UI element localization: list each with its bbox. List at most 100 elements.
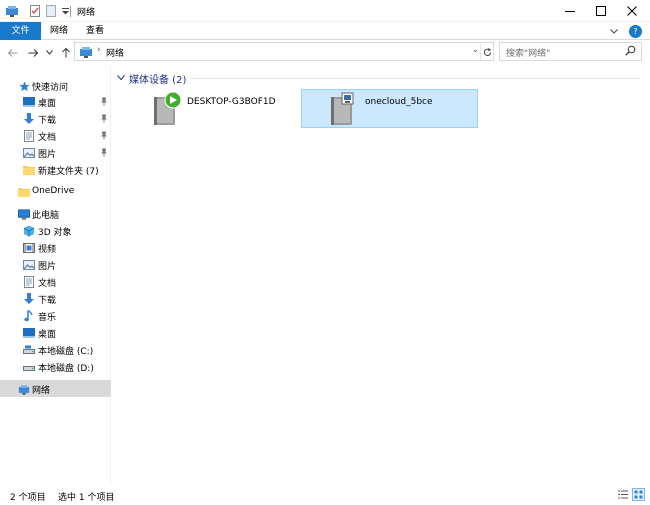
navigation-pane: 快速访问 桌面 下载 文档 图片 新建文件夹 (7) OneDrive 此电脑 … bbox=[0, 66, 111, 484]
device-onecloud-5bce[interactable]: onecloud_5bce bbox=[301, 89, 478, 128]
large-icons-view-icon bbox=[634, 490, 643, 499]
sidebar-item-network[interactable]: 网络 bbox=[0, 380, 111, 397]
window-title: 网络 bbox=[77, 8, 96, 18]
up-button[interactable] bbox=[59, 44, 72, 61]
address-dropdown-icon[interactable]: ⌄ bbox=[472, 45, 479, 54]
sidebar-item-documents[interactable]: 文档 bbox=[0, 128, 111, 144]
pin-icon[interactable] bbox=[100, 114, 108, 126]
sidebar-item-label: 音乐 bbox=[38, 313, 57, 323]
sidebar-item-downloads-pc[interactable]: 下载 bbox=[0, 291, 111, 307]
minimize-button[interactable] bbox=[555, 0, 585, 22]
sidebar-item-desktop-pc[interactable]: 桌面 bbox=[0, 325, 111, 341]
desktop-icon bbox=[23, 96, 35, 108]
refresh-icon bbox=[483, 47, 492, 56]
back-button[interactable] bbox=[6, 44, 20, 61]
sidebar-item-music[interactable]: 音乐 bbox=[0, 308, 111, 324]
sidebar-item-videos[interactable]: 视频 bbox=[0, 240, 111, 256]
music-note-icon bbox=[23, 310, 35, 322]
sidebar-item-desktop[interactable]: 桌面 bbox=[0, 94, 111, 110]
cube-icon bbox=[23, 225, 35, 237]
sidebar-item-label: 文档 bbox=[38, 133, 57, 143]
sidebar-quick-access[interactable]: 快速访问 bbox=[0, 78, 111, 94]
media-device-icon bbox=[329, 91, 361, 127]
sidebar-item-drive-d[interactable]: 本地磁盘 (D:) bbox=[0, 359, 111, 375]
device-desktop-g3bof1d[interactable]: DESKTOP-G3BOF1D bbox=[142, 90, 302, 129]
sidebar-item-pictures[interactable]: 图片 bbox=[0, 145, 111, 161]
search-placeholder: 搜索"网络" bbox=[506, 49, 551, 59]
sidebar-item-label: 文档 bbox=[38, 279, 57, 289]
sidebar-item-onedrive[interactable]: OneDrive bbox=[0, 184, 111, 200]
help-icon[interactable]: ? bbox=[629, 24, 642, 38]
sidebar-item-label: 桌面 bbox=[38, 330, 57, 340]
search-box[interactable]: 搜索"网络" bbox=[499, 42, 642, 61]
minimize-icon bbox=[565, 11, 575, 12]
download-arrow-icon bbox=[23, 113, 35, 125]
drive-icon bbox=[23, 344, 35, 356]
selected-count: 选中 1 个项目 bbox=[58, 493, 115, 503]
properties-icon[interactable] bbox=[28, 3, 42, 19]
network-location-icon bbox=[79, 45, 93, 58]
star-icon bbox=[18, 80, 30, 92]
tab-network[interactable]: 网络 bbox=[41, 22, 77, 40]
sidebar-item-label: 桌面 bbox=[38, 99, 57, 109]
maximize-icon bbox=[596, 6, 606, 16]
document-icon bbox=[23, 130, 35, 142]
ribbon: 文件 网络 查看 ? bbox=[0, 22, 650, 40]
sidebar-item-new-folder-7[interactable]: 新建文件夹 (7) bbox=[0, 162, 111, 178]
arrow-up-icon bbox=[61, 47, 70, 57]
title-bar: 网络 bbox=[0, 0, 650, 22]
sidebar-item-label: 3D 对象 bbox=[38, 228, 72, 238]
folder-icon bbox=[23, 164, 35, 176]
tab-view[interactable]: 查看 bbox=[77, 22, 113, 40]
sidebar-item-this-pc[interactable]: 此电脑 bbox=[0, 206, 111, 222]
sidebar-item-3d-objects[interactable]: 3D 对象 bbox=[0, 223, 111, 239]
sidebar-item-drive-c[interactable]: 本地磁盘 (C:) bbox=[0, 342, 111, 358]
network-app-icon bbox=[4, 3, 20, 19]
device-name: onecloud_5bce bbox=[365, 97, 433, 107]
sidebar-item-label: 新建文件夹 (7) bbox=[38, 167, 99, 177]
folder-icon bbox=[18, 186, 30, 198]
media-device-play-icon bbox=[152, 91, 184, 127]
sidebar-item-label: 此电脑 bbox=[32, 211, 60, 221]
tab-file[interactable]: 文件 bbox=[0, 22, 41, 40]
sidebar-item-pictures-pc[interactable]: 图片 bbox=[0, 257, 111, 273]
breadcrumb-network[interactable]: 网络 bbox=[106, 46, 124, 59]
device-name: DESKTOP-G3BOF1D bbox=[187, 97, 276, 107]
customize-toolbar-icon[interactable] bbox=[60, 3, 70, 19]
refresh-button[interactable] bbox=[480, 44, 494, 60]
sidebar-item-label: 本地磁盘 (C:) bbox=[38, 347, 94, 357]
forward-button[interactable] bbox=[26, 44, 40, 61]
sidebar-item-label: 图片 bbox=[38, 262, 57, 272]
breadcrumb-chevron[interactable]: › bbox=[97, 45, 101, 55]
drive-icon bbox=[23, 361, 35, 373]
new-folder-icon[interactable] bbox=[44, 3, 58, 19]
sidebar-item-label: 快速访问 bbox=[32, 83, 69, 93]
arrow-right-icon bbox=[28, 48, 38, 57]
title-separator bbox=[70, 6, 71, 17]
sidebar-item-label: 图片 bbox=[38, 150, 57, 160]
sidebar-item-label: 本地磁盘 (D:) bbox=[38, 364, 94, 374]
download-arrow-icon bbox=[23, 293, 35, 305]
maximize-button[interactable] bbox=[586, 0, 616, 22]
close-button[interactable] bbox=[617, 0, 647, 22]
sidebar-item-documents-pc[interactable]: 文档 bbox=[0, 274, 111, 290]
sidebar-item-downloads[interactable]: 下载 bbox=[0, 111, 111, 127]
large-icons-view-button[interactable] bbox=[632, 488, 645, 501]
sidebar-item-label: 网络 bbox=[32, 386, 51, 396]
sidebar-item-label: 下载 bbox=[38, 296, 57, 306]
desktop-icon bbox=[23, 327, 35, 339]
details-view-button[interactable] bbox=[616, 488, 629, 501]
group-header-media-devices[interactable]: 媒体设备 (2) bbox=[117, 71, 186, 86]
content-pane: 媒体设备 (2) DESKTOP-G3BOF1D onecloud_5bce bbox=[112, 66, 650, 484]
item-count: 2 个项目 bbox=[10, 493, 46, 503]
pin-icon[interactable] bbox=[100, 131, 108, 143]
recent-locations-button[interactable] bbox=[44, 44, 54, 61]
chevron-down-icon bbox=[117, 75, 125, 81]
address-bar[interactable]: › 网络 ⌄ bbox=[74, 42, 494, 61]
pin-icon[interactable] bbox=[100, 148, 108, 160]
pin-icon[interactable] bbox=[100, 97, 108, 109]
search-icon[interactable] bbox=[625, 45, 636, 59]
picture-icon bbox=[23, 147, 35, 159]
expand-ribbon-icon[interactable] bbox=[607, 24, 621, 38]
sidebar-item-label: 视频 bbox=[38, 245, 57, 255]
